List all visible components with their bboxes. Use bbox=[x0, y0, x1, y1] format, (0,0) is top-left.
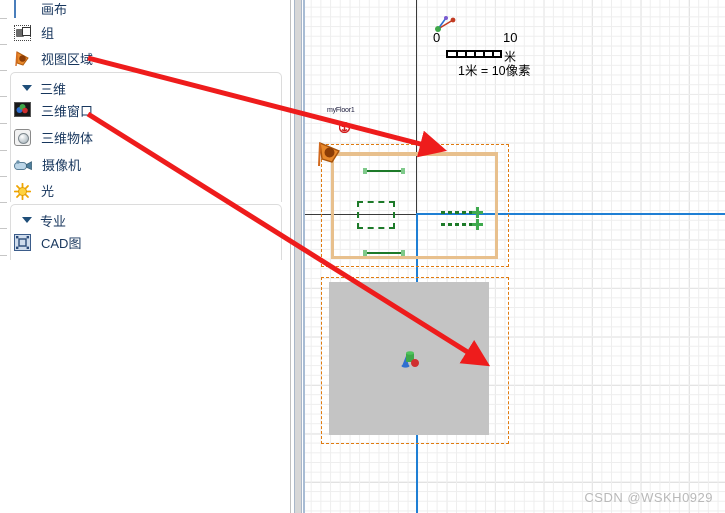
tool-item-3d-window[interactable]: 三维窗口 bbox=[14, 98, 93, 124]
floor-anchor-icon[interactable] bbox=[338, 120, 351, 134]
tool-item-cad-drawing[interactable]: CAD图 bbox=[14, 230, 81, 256]
tool-item-view-area[interactable]: 视图区域 bbox=[14, 46, 93, 72]
scale-ruler-graphic bbox=[446, 50, 502, 58]
group-title: 三维 bbox=[40, 81, 67, 97]
view-area-icon bbox=[14, 50, 32, 68]
chevron-down-icon bbox=[22, 85, 32, 91]
light-bulb-icon bbox=[13, 182, 32, 200]
object-segment[interactable] bbox=[363, 168, 405, 174]
scale-start-value: 0 bbox=[433, 30, 441, 45]
tool-item-label: 光 bbox=[41, 183, 55, 199]
object-dotted-row[interactable] bbox=[441, 223, 475, 226]
scale-end-value: 10 bbox=[503, 30, 518, 45]
tool-item-camera[interactable]: 摄像机 bbox=[14, 152, 81, 178]
toolbox-panel: 画布 组 视图区域 三维 三维窗口 三维物体 摄像机 光 专业 CAD图 bbox=[0, 0, 290, 513]
tool-item-label: 组 bbox=[41, 25, 55, 41]
group-header-3d[interactable]: 三维 bbox=[22, 76, 66, 100]
3d-axis-gizmo-icon bbox=[401, 351, 419, 368]
chevron-down-icon bbox=[22, 217, 32, 223]
canvas-grid-icon bbox=[14, 0, 32, 18]
tool-item-label: 画布 bbox=[41, 1, 68, 17]
panel-edge-tick bbox=[0, 150, 7, 151]
watermark-text: CSDN @WSKH0929 bbox=[584, 490, 713, 505]
tool-item-label: 三维窗口 bbox=[41, 103, 94, 119]
scale-bar-widget: 0 10 米 1米 = 10像素 bbox=[425, 16, 595, 78]
panel-edge-tick bbox=[0, 202, 7, 203]
camera-icon bbox=[14, 159, 33, 172]
panel-edge-tick bbox=[0, 70, 7, 71]
group-select-icon bbox=[14, 24, 32, 42]
3d-viewport-render[interactable] bbox=[329, 282, 489, 435]
tool-item-light[interactable]: 光 bbox=[13, 178, 55, 204]
object-dotted-row[interactable] bbox=[441, 211, 475, 214]
3d-window-icon bbox=[14, 102, 32, 120]
panel-edge-tick bbox=[0, 228, 7, 229]
panel-edge-tick bbox=[0, 123, 7, 124]
3d-object-icon bbox=[14, 129, 32, 147]
tool-item-label: 摄像机 bbox=[42, 157, 82, 173]
tool-item-group[interactable]: 组 bbox=[14, 20, 54, 46]
scale-equation: 1米 = 10像素 bbox=[458, 64, 531, 78]
view-area-widget-icon[interactable] bbox=[317, 140, 343, 167]
panel-edge-tick bbox=[0, 176, 7, 177]
panel-edge-tick bbox=[0, 18, 7, 19]
tool-item-label: 三维物体 bbox=[41, 130, 94, 146]
object-handle-plus-icon[interactable] bbox=[472, 219, 483, 230]
panel-edge-tick bbox=[0, 96, 7, 97]
object-selected-rect[interactable] bbox=[357, 201, 395, 229]
design-canvas[interactable]: 0 10 米 1米 = 10像素 myFloor1 CSDN @WSKH0929 bbox=[303, 0, 725, 513]
object-handle-plus-icon[interactable] bbox=[472, 207, 483, 218]
tool-item-3d-object[interactable]: 三维物体 bbox=[14, 125, 93, 151]
panel-splitter[interactable] bbox=[290, 0, 303, 513]
tool-item-canvas[interactable]: 画布 bbox=[14, 0, 67, 22]
group-title: 专业 bbox=[40, 213, 67, 229]
tool-item-label: 视图区域 bbox=[41, 51, 94, 67]
tool-item-label: CAD图 bbox=[41, 235, 82, 251]
object-segment[interactable] bbox=[363, 250, 405, 256]
cad-drawing-icon bbox=[14, 234, 32, 252]
group-header-professional[interactable]: 专业 bbox=[22, 208, 66, 232]
panel-edge-tick bbox=[0, 255, 7, 256]
floor-name-label: myFloor1 bbox=[327, 107, 355, 114]
panel-edge-tick bbox=[0, 44, 7, 45]
application-root: 画布 组 视图区域 三维 三维窗口 三维物体 摄像机 光 专业 CAD图 0 1… bbox=[0, 0, 725, 513]
splitter-grip[interactable] bbox=[294, 0, 302, 513]
